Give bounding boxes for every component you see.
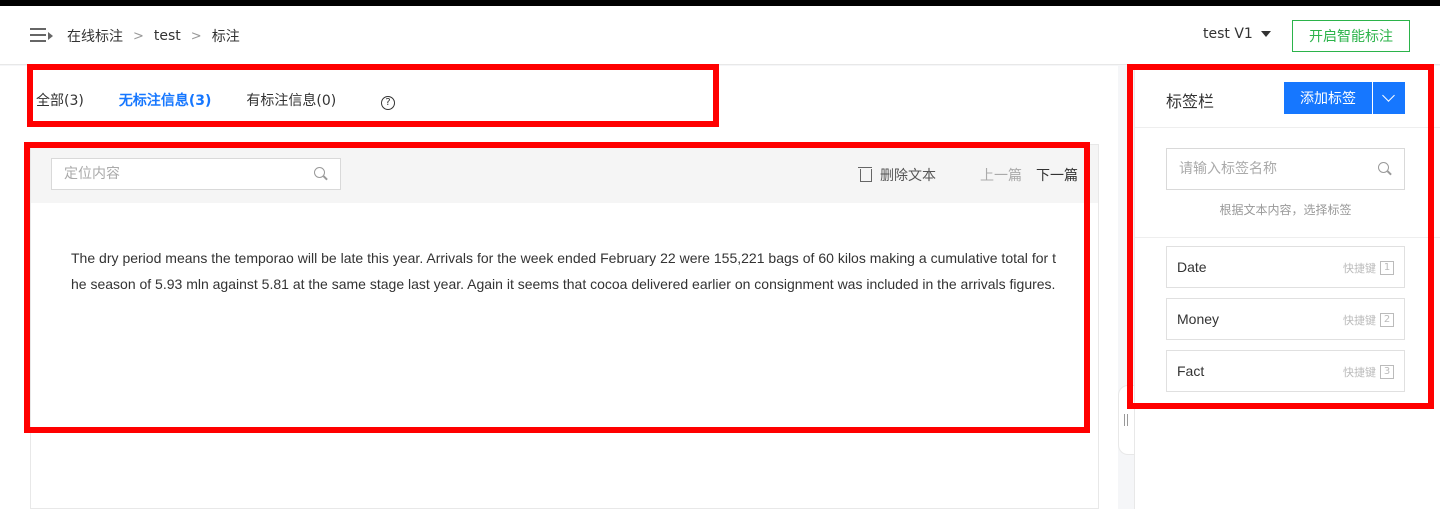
search-icon[interactable] xyxy=(1378,162,1392,176)
search-icon[interactable] xyxy=(314,167,328,181)
menu-toggle-icon[interactable] xyxy=(30,28,54,44)
chevron-down-icon xyxy=(1382,89,1395,102)
label-item-date[interactable]: Date 快捷键 1 xyxy=(1166,246,1405,288)
breadcrumb-separator-icon: > xyxy=(190,28,202,44)
panel-resize-handle[interactable] xyxy=(1118,385,1134,455)
shortcut-hint: 快捷键 1 xyxy=(1343,260,1394,276)
shortcut-hint: 快捷键 3 xyxy=(1343,364,1394,380)
label-search xyxy=(1166,148,1405,190)
tab-unlabeled[interactable]: 无标注信息(3) xyxy=(119,90,212,110)
locate-search xyxy=(51,158,341,190)
divider xyxy=(1135,127,1440,128)
add-label-dropdown-button[interactable] xyxy=(1373,82,1405,114)
help-icon[interactable]: ? xyxy=(381,96,395,110)
label-name: Fact xyxy=(1177,363,1205,379)
version-label: test V1 xyxy=(1203,26,1253,42)
shortcut-label: 快捷键 xyxy=(1343,366,1376,379)
filter-tabs: 全部(3) 无标注信息(3) 有标注信息(0) xyxy=(36,90,371,110)
divider xyxy=(1135,237,1440,238)
trash-icon xyxy=(858,166,872,182)
label-item-fact[interactable]: Fact 快捷键 3 xyxy=(1166,350,1405,392)
breadcrumb: 在线标注 > test > 标注 xyxy=(67,26,240,46)
label-item-money[interactable]: Money 快捷键 2 xyxy=(1166,298,1405,340)
delete-text-button[interactable]: 删除文本 xyxy=(858,165,936,185)
document-text[interactable]: The dry period means the temporao will b… xyxy=(71,245,1056,297)
main-area: 全部(3) 无标注信息(3) 有标注信息(0) ? 删除文本 上一篇 下一篇 T… xyxy=(0,66,1118,509)
label-search-input[interactable] xyxy=(1167,149,1367,189)
text-panel: 删除文本 上一篇 下一篇 The dry period means the te… xyxy=(30,144,1099,509)
next-document-button[interactable]: 下一篇 xyxy=(1036,165,1078,185)
shortcut-label: 快捷键 xyxy=(1343,314,1376,327)
breadcrumb-separator-icon: > xyxy=(133,28,144,44)
breadcrumb-item-current: 标注 xyxy=(211,29,240,45)
tab-all[interactable]: 全部(3) xyxy=(36,90,84,110)
prev-document-button[interactable]: 上一篇 xyxy=(980,165,1022,185)
smart-annotation-button[interactable]: 开启智能标注 xyxy=(1292,20,1410,52)
caret-down-icon xyxy=(1260,31,1271,37)
label-name: Money xyxy=(1177,311,1220,327)
shortcut-key: 2 xyxy=(1380,313,1394,327)
text-toolbar: 删除文本 上一篇 下一篇 xyxy=(31,145,1098,203)
app-header: 在线标注 > test > 标注 test V1 开启智能标注 xyxy=(0,6,1440,65)
shortcut-key: 1 xyxy=(1380,261,1394,275)
shortcut-label: 快捷键 xyxy=(1343,262,1376,275)
shortcut-key: 3 xyxy=(1380,365,1394,379)
add-label-button[interactable]: 添加标签 xyxy=(1284,82,1372,114)
label-sidebar: 标签栏 添加标签 根据文本内容，选择标签 Date 快捷键 1 Money 快捷… xyxy=(1134,66,1440,509)
locate-search-input[interactable] xyxy=(52,159,292,189)
label-hint: 根据文本内容，选择标签 xyxy=(1219,203,1352,217)
label-sidebar-title: 标签栏 xyxy=(1166,92,1215,111)
shortcut-hint: 快捷键 2 xyxy=(1343,312,1394,328)
breadcrumb-item-project[interactable]: test xyxy=(154,28,181,44)
delete-text-label: 删除文本 xyxy=(880,168,936,184)
version-select[interactable]: test V1 xyxy=(1203,26,1271,42)
tab-labeled[interactable]: 有标注信息(0) xyxy=(246,90,336,110)
breadcrumb-item-online-annotation[interactable]: 在线标注 xyxy=(67,26,123,46)
label-name: Date xyxy=(1177,259,1207,275)
